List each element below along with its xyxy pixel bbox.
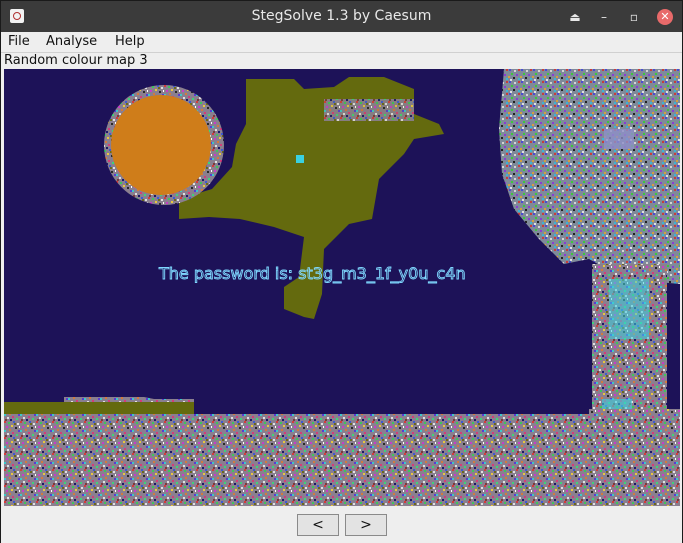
title-bar[interactable]: StegSolve 1.3 by Caesum ⏏ – ▫ ✕ <box>1 1 682 32</box>
noise-island-edge <box>324 99 414 121</box>
stego-image: The password is: st3g_m3_1f_y0u_c4n <box>4 69 680 506</box>
menu-file[interactable]: File <box>8 33 30 51</box>
sun <box>111 95 211 195</box>
color-mode-label: Random colour map 3 <box>4 53 148 68</box>
close-button[interactable]: ✕ <box>657 9 673 25</box>
eject-icon[interactable]: ⏏ <box>567 9 583 25</box>
cyan-dot <box>296 155 304 163</box>
previous-plane-button[interactable]: < <box>297 514 339 536</box>
menu-analyse[interactable]: Analyse <box>46 33 97 51</box>
maximize-button[interactable]: ▫ <box>626 9 642 25</box>
menu-bar: File Analyse Help <box>1 32 682 52</box>
lilac-patch <box>604 129 634 149</box>
image-view: The password is: st3g_m3_1f_y0u_c4n <box>4 69 680 506</box>
hidden-message-text: The password is: st3g_m3_1f_y0u_c4n <box>158 264 466 284</box>
ground-grass <box>4 402 194 414</box>
next-plane-button[interactable]: > <box>345 514 387 536</box>
menu-help[interactable]: Help <box>115 33 145 51</box>
minimize-button[interactable]: – <box>596 9 612 25</box>
stegsolve-window: StegSolve 1.3 by Caesum ⏏ – ▫ ✕ File Ana… <box>0 0 683 543</box>
cyan-trunk-patch <box>609 279 649 339</box>
navigation-bar: < > <box>1 507 682 543</box>
